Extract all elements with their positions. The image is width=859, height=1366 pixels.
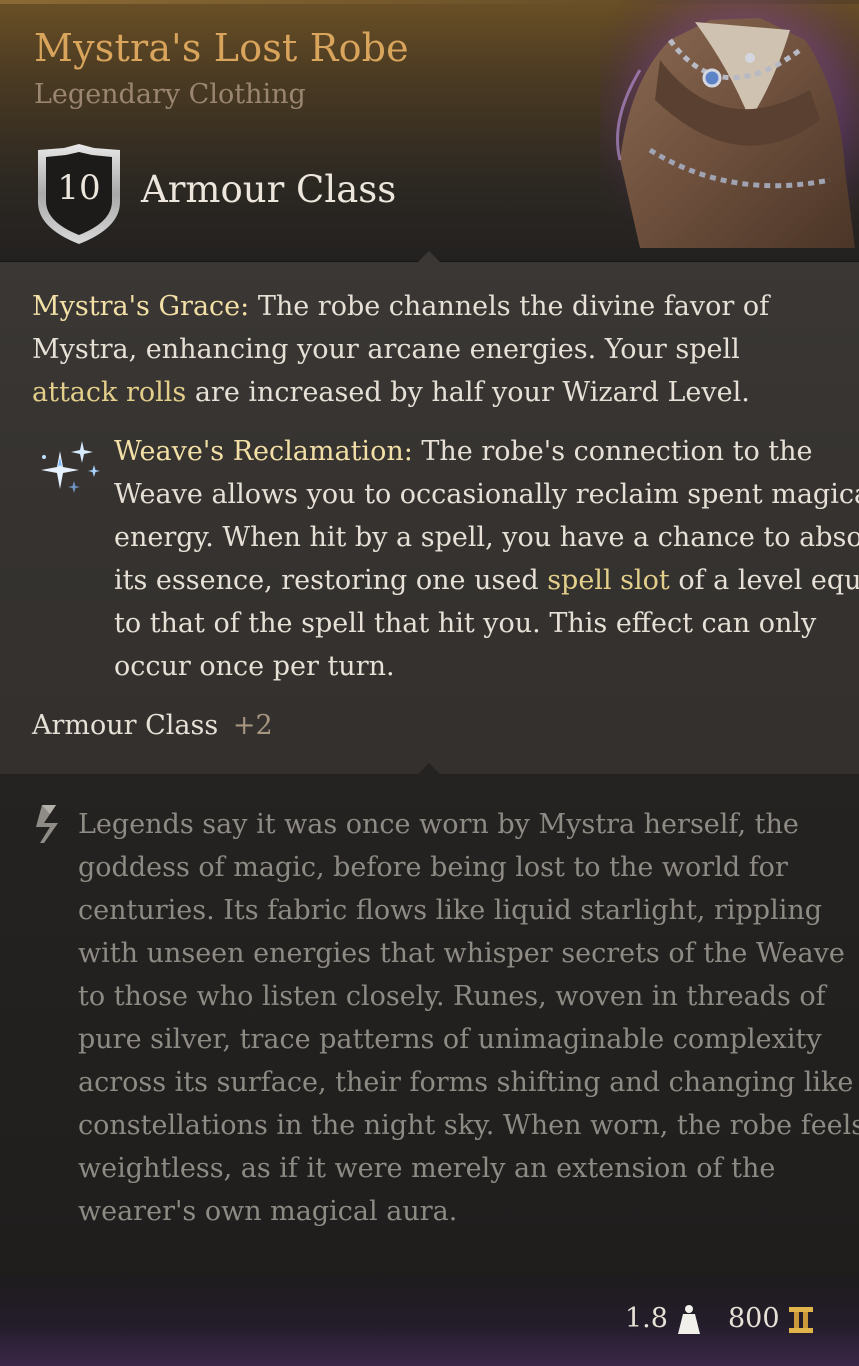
armour-class-value: 10 (57, 168, 101, 208)
lore-line: pure silver, trace patterns of unimagina… (78, 1024, 822, 1055)
passive-mystras-grace: Mystra's Grace: The robe channels the di… (32, 285, 832, 414)
sparkle-icon (34, 437, 104, 503)
price-value: 800 (728, 1303, 780, 1334)
passive-text: The robe's connection to the (412, 436, 813, 467)
passive-text: Weave allows you to occasionally reclaim… (114, 479, 859, 510)
passive-title: Weave's Reclamation: (114, 436, 413, 467)
lore-line: constellations in the night sky. When wo… (78, 1110, 859, 1141)
tooltip-header: Mystra's Lost Robe Legendary Clothing 10… (0, 0, 859, 262)
lore-line: centuries. Its fabric flows like liquid … (78, 895, 823, 926)
passive-weaves-reclamation: Weave's Reclamation: The robe's connecti… (114, 430, 859, 688)
lore-divider-notch (418, 763, 440, 774)
passive-text: of a level equa (669, 565, 859, 596)
passive-text: occur once per turn. (114, 651, 395, 682)
tooltip-footer: 1.8 800 (0, 1274, 859, 1366)
robe-portrait-icon (600, 0, 859, 248)
armour-class-shield-icon: 10 (34, 144, 124, 246)
gold-coin-icon (788, 1306, 814, 1334)
attack-rolls-link[interactable]: attack rolls (32, 377, 186, 408)
lore-line: with unseen energies that whisper secret… (78, 938, 845, 969)
passive-title: Mystra's Grace: (32, 291, 250, 322)
item-type: Legendary Clothing (34, 79, 306, 110)
item-tooltip: Mystra's Lost Robe Legendary Clothing 10… (0, 0, 859, 1366)
item-name: Mystra's Lost Robe (34, 26, 409, 70)
header-divider-notch (418, 251, 440, 262)
passive-text: are increased by half your Wizard Level. (186, 377, 750, 408)
passive-text: energy. When hit by a spell, you have a … (114, 522, 859, 553)
weight-value: 1.8 (625, 1303, 668, 1334)
scroll-icon (32, 803, 66, 845)
lore-line: to those who listen closely. Runes, wove… (78, 981, 826, 1012)
armour-class-label: Armour Class (141, 168, 397, 211)
passive-text: Mystra, enhancing your arcane energies. … (32, 334, 740, 365)
lore-line: across its surface, their forms shifting… (78, 1067, 854, 1098)
lore-line: wearer's own magical aura. (78, 1196, 458, 1227)
bonus-label: Armour Class (32, 710, 219, 741)
spell-slot-link[interactable]: spell slot (547, 565, 670, 596)
weight-icon (676, 1302, 702, 1336)
lore-line: goddess of magic, before being lost to t… (78, 852, 788, 883)
lore-text: Legends say it was once worn by Mystra h… (78, 803, 859, 1233)
passive-text: to that of the spell that hit you. This … (114, 608, 817, 639)
passive-text: its essence, restoring one used (114, 565, 548, 596)
bonus-value: +2 (232, 710, 273, 741)
lore-panel: Legends say it was once worn by Mystra h… (0, 774, 859, 1274)
armour-class-bonus: Armour Class +2 (32, 710, 273, 741)
lore-line: Legends say it was once worn by Mystra h… (78, 809, 799, 840)
lore-line: weightless, as if it were merely an exte… (78, 1153, 776, 1184)
effects-panel: Mystra's Grace: The robe channels the di… (0, 262, 859, 774)
passive-text: The robe channels the divine favor of (249, 291, 770, 322)
